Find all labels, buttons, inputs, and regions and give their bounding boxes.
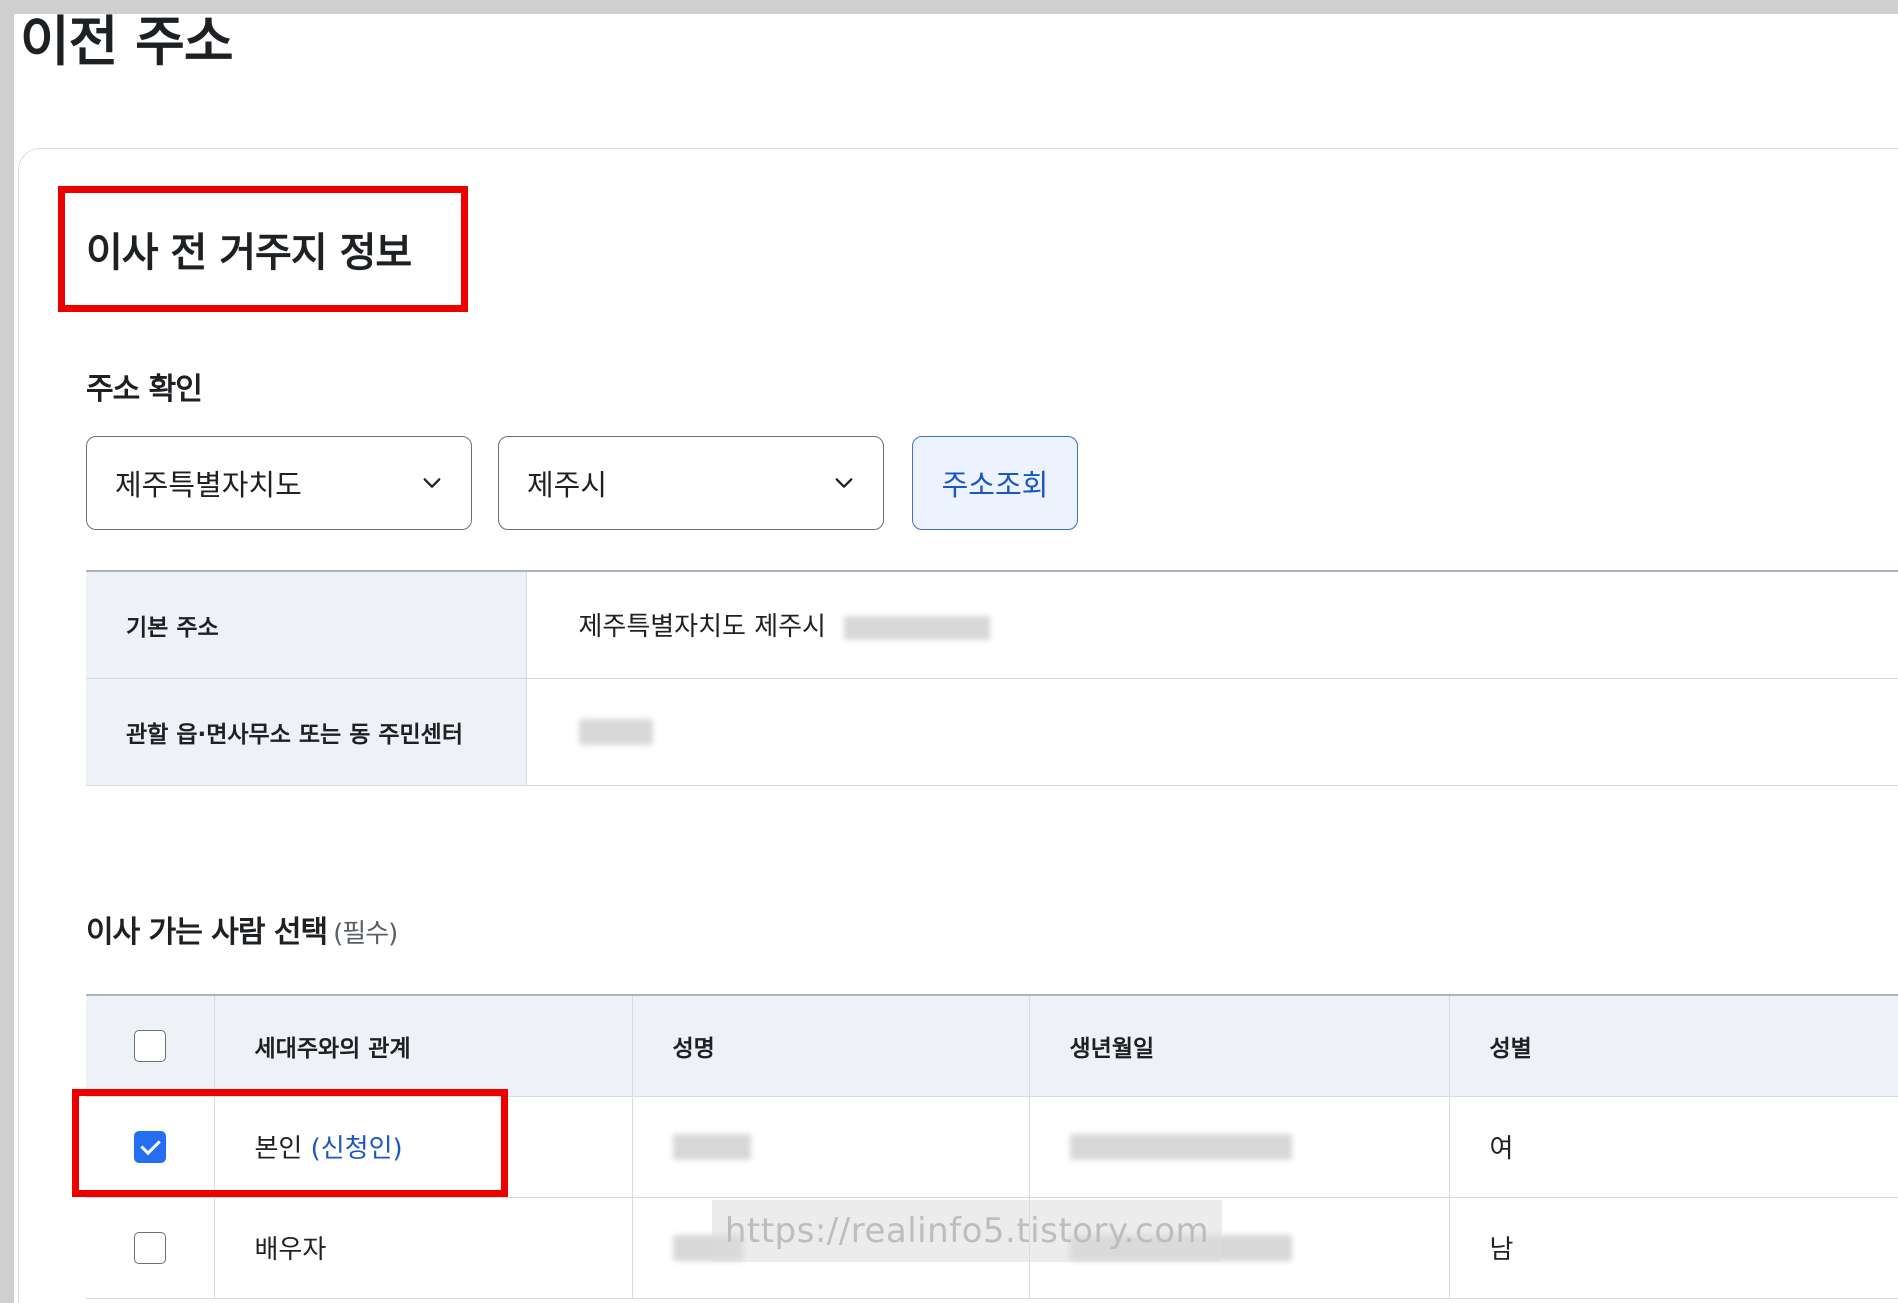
column-header-name: 성명 — [632, 995, 1030, 1097]
row-checkbox-cell — [86, 1197, 215, 1299]
people-select-label: 이사 가는 사람 선택 — [86, 915, 328, 950]
gender-cell: 여 — [1449, 1096, 1898, 1198]
people-select-title: 이사 가는 사람 선택 (필수) — [86, 907, 398, 951]
redacted-name — [672, 1134, 751, 1160]
column-header-gender: 성별 — [1449, 995, 1898, 1097]
table-row: 관할 읍·면사무소 또는 동 주민센터 — [86, 678, 1898, 786]
birthdate-cell — [1029, 1096, 1450, 1198]
basic-address-label: 기본 주소 — [86, 571, 527, 679]
page: 이전 주소 이사 전 거주지 정보 주소 확인 제주특별자치도 제주시 주소조회… — [14, 14, 1898, 1303]
address-search-button[interactable]: 주소조회 — [912, 436, 1078, 530]
city-select-value: 제주시 — [527, 468, 608, 502]
address-info-table: 기본 주소 제주특별자치도 제주시 관할 읍·면사무소 또는 동 주민센터 — [86, 570, 1898, 786]
name-cell — [632, 1096, 1030, 1198]
province-select[interactable]: 제주특별자치도 — [86, 436, 472, 530]
select-all-checkbox[interactable] — [133, 1029, 166, 1062]
relation-cell: 배우자 — [214, 1197, 633, 1299]
column-header-birthdate: 생년월일 — [1029, 995, 1450, 1097]
table-header-row: 세대주와의 관계 성명 생년월일 성별 — [86, 995, 1898, 1097]
redacted-address — [844, 615, 991, 640]
select-all-cell — [86, 995, 215, 1097]
section-title: 이사 전 거주지 정보 — [86, 230, 412, 276]
chevron-down-icon — [835, 478, 853, 488]
required-label: (필수) — [333, 919, 398, 949]
office-label: 관할 읍·면사무소 또는 동 주민센터 — [86, 678, 527, 786]
office-cell — [526, 678, 1898, 786]
watermark: https://realinfo5.tistory.com — [712, 1200, 1222, 1262]
person-checkbox[interactable] — [133, 1231, 166, 1264]
basic-address-cell: 제주특별자치도 제주시 — [526, 571, 1898, 679]
city-select[interactable]: 제주시 — [498, 436, 884, 530]
table-row: 기본 주소 제주특별자치도 제주시 — [86, 571, 1898, 679]
column-header-relation: 세대주와의 관계 — [214, 995, 633, 1097]
chevron-down-icon — [423, 478, 441, 488]
redacted-birthdate — [1069, 1134, 1292, 1160]
gender-cell: 남 — [1449, 1197, 1898, 1299]
relation-text: 배우자 — [254, 1235, 327, 1265]
province-select-value: 제주특별자치도 — [115, 468, 302, 502]
address-check-title: 주소 확인 — [86, 372, 203, 407]
highlight-box-applicant — [72, 1089, 508, 1197]
page-title: 이전 주소 — [20, 14, 234, 73]
basic-address-value: 제주특별자치도 제주시 — [578, 612, 826, 643]
redacted-office — [578, 719, 653, 745]
